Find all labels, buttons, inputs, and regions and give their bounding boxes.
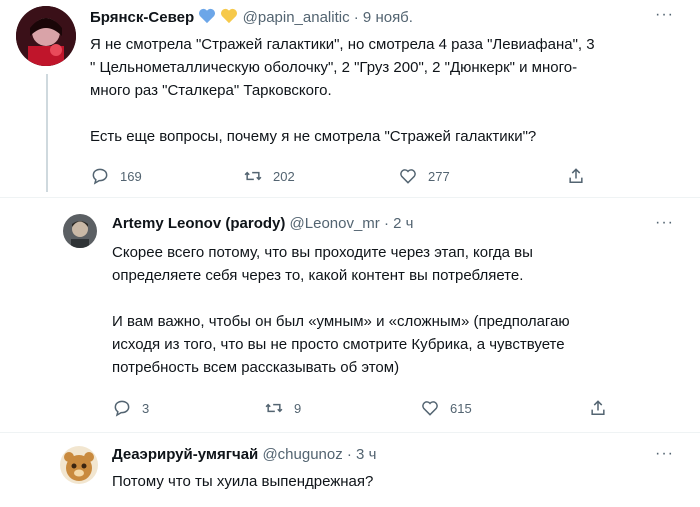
thread-line xyxy=(46,74,48,192)
tweet-line: Скорее всего потому, что вы проходите че… xyxy=(112,244,533,261)
reply-count: 3 xyxy=(142,400,150,416)
tweet-text: Я не смотрела "Стражей галактики", но см… xyxy=(90,33,595,148)
retweet-count: 9 xyxy=(294,400,302,416)
share-button[interactable] xyxy=(566,166,586,186)
avatar[interactable] xyxy=(16,6,76,66)
reply-button[interactable]: 3 xyxy=(112,398,149,418)
reply-count: 169 xyxy=(120,168,142,184)
retweet-button[interactable]: 202 xyxy=(243,166,295,186)
share-button[interactable] xyxy=(588,398,608,418)
tweet-line: определяете себя через то, какой контент… xyxy=(112,267,524,284)
reply-icon xyxy=(92,168,108,185)
share-icon xyxy=(569,168,583,183)
tweet-line: исходя из того, что вы не просто смотрит… xyxy=(112,336,565,353)
tweet-separator xyxy=(0,197,700,198)
tweet-line: И вам важно, чтобы он был «умным» и «сло… xyxy=(112,313,570,330)
avatar-image xyxy=(16,6,76,66)
retweet-button[interactable]: 9 xyxy=(264,398,301,418)
tweet-line: Я не смотрела "Стражей галактики", но см… xyxy=(90,36,595,53)
reply-button[interactable]: 169 xyxy=(90,166,142,186)
handle[interactable]: @papin_analitic xyxy=(243,9,350,26)
tweet-line xyxy=(90,102,595,125)
avatar-image xyxy=(60,446,98,484)
like-count: 615 xyxy=(450,400,472,416)
tweet-header: Artemy Leonov (parody) @Leonov_mr · 2 ч xyxy=(112,215,413,232)
handle[interactable]: @Leonov_mr xyxy=(290,215,380,232)
timestamp[interactable]: · 3 ч xyxy=(347,446,377,463)
display-name[interactable]: Брянск-Север xyxy=(90,9,194,26)
retweet-count: 202 xyxy=(273,168,295,184)
tweet-header: Деаэрируй-умягчай @chugunoz · 3 ч xyxy=(112,446,376,463)
timestamp[interactable]: · 9 нояб. xyxy=(354,9,413,26)
like-button[interactable]: 277 xyxy=(398,166,450,186)
retweet-icon xyxy=(244,171,262,181)
heart-icon xyxy=(400,169,416,184)
tweet-line: Есть еще вопросы, почему я не смотрела "… xyxy=(90,128,537,145)
tweet-line: Потому что ты хуила выпендрежная? xyxy=(112,473,374,490)
more-options-icon[interactable]: ··· xyxy=(655,445,674,463)
more-options-icon[interactable]: ··· xyxy=(655,6,674,24)
tweet-text: Потому что ты хуила выпендрежная? xyxy=(112,470,373,493)
tweet-actions: 3 9 615 xyxy=(112,398,622,422)
tweet-line: много раз "Сталкера" Тарковского. xyxy=(90,82,332,99)
heart-icon xyxy=(422,401,438,416)
reply-icon xyxy=(114,400,130,417)
tweet-text: Скорее всего потому, что вы проходите че… xyxy=(112,241,570,379)
tweet-header: Брянск-Север @papin_analitic · 9 нояб. xyxy=(90,8,413,26)
yellow-heart-icon xyxy=(221,8,238,24)
avatar[interactable] xyxy=(63,214,97,248)
timestamp[interactable]: · 2 ч xyxy=(384,215,414,232)
handle[interactable]: @chugunoz xyxy=(262,446,342,463)
tweet-line: " Цельнометаллическую оболочку", 2 "Груз… xyxy=(90,59,578,76)
more-options-icon[interactable]: ··· xyxy=(655,214,674,232)
tweet-line xyxy=(112,287,570,310)
share-icon xyxy=(591,400,605,415)
tweet-separator xyxy=(0,432,700,433)
tweet-actions: 169 202 277 xyxy=(90,166,610,190)
blue-heart-icon xyxy=(199,8,216,24)
retweet-icon xyxy=(265,403,283,413)
like-count: 277 xyxy=(428,168,450,184)
display-name[interactable]: Artemy Leonov (parody) xyxy=(112,215,285,232)
avatar[interactable] xyxy=(60,446,98,484)
like-button[interactable]: 615 xyxy=(420,398,472,418)
avatar-image xyxy=(63,214,97,248)
tweet-line: потребность всем рассказывать об этом) xyxy=(112,359,400,376)
display-name[interactable]: Деаэрируй-умягчай xyxy=(112,446,258,463)
